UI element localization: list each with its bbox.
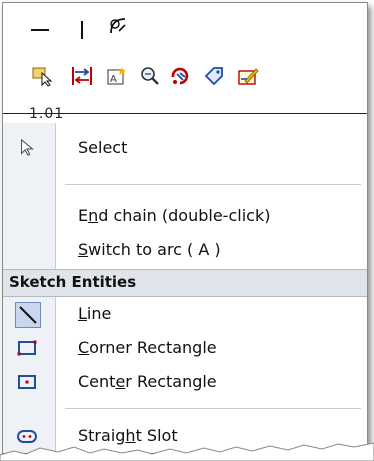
label-part: orner Rectangle (89, 338, 217, 357)
menu-separator (65, 408, 361, 409)
label-part: witch to arc ( A ) (88, 240, 221, 259)
line-icon (15, 302, 41, 328)
dimension-value: 1.01 (29, 106, 65, 122)
menu-item-select-label: Select (78, 138, 128, 157)
menu-item-switch-to-arc-label: Switch to arc ( A ) (78, 240, 221, 259)
menu-item-corner-rectangle[interactable]: Corner Rectangle (3, 331, 367, 364)
arrow-cursor-icon (15, 136, 39, 160)
label-part: r Rectangle (125, 372, 217, 391)
vertical-line-icon[interactable] (71, 19, 93, 41)
label-part: Cent (78, 372, 116, 391)
menu-item-corner-rectangle-label: Corner Rectangle (78, 338, 217, 357)
menu-item-select[interactable]: Select (3, 131, 367, 164)
svg-text:A: A (110, 74, 117, 85)
label-part: E (78, 206, 89, 225)
tangent-arc-icon[interactable] (107, 15, 129, 37)
torn-edge (0, 442, 374, 461)
minimize-icon[interactable] (29, 19, 51, 41)
tag-icon[interactable] (203, 65, 225, 87)
menu-item-end-chain-label: End chain (double-click) (78, 206, 270, 225)
menu-item-line-label: Line (78, 304, 111, 323)
menu-item-end-chain[interactable]: End chain (double-click) (3, 199, 367, 232)
label-part: ine (86, 304, 112, 323)
corner-rectangle-icon (15, 336, 39, 360)
label-mnemonic: L (78, 304, 87, 323)
toolbar: A (3, 3, 367, 113)
menu-separator (65, 184, 361, 185)
menu-item-center-rectangle[interactable]: Center Rectangle (3, 365, 367, 398)
menu-item-center-rectangle-label: Center Rectangle (78, 372, 217, 391)
label-mnemonic: n (88, 206, 99, 225)
menu-item-line[interactable]: Line (3, 297, 367, 330)
select-tool-icon[interactable] (31, 65, 53, 87)
context-menu: A 1.01 Select End chain (double-click) S… (2, 2, 368, 454)
section-header-sketch-entities: Sketch Entities (3, 269, 367, 297)
zoom-icon[interactable] (139, 65, 161, 87)
label-mnemonic: e (115, 372, 126, 391)
rebuild-icon[interactable] (169, 65, 191, 87)
label-mnemonic: S (78, 240, 89, 259)
center-rectangle-icon (15, 370, 39, 394)
mirror-icon[interactable] (71, 65, 93, 87)
label-mnemonic: C (78, 338, 90, 357)
sketch-edit-icon[interactable] (237, 65, 259, 87)
menu-item-switch-to-arc[interactable]: Switch to arc ( A ) (3, 233, 367, 266)
smart-dimension-icon[interactable]: A (105, 65, 127, 87)
section-title: Sketch Entities (9, 273, 137, 291)
label-part: d chain (double-click) (98, 206, 271, 225)
menu-items: Select End chain (double-click) Switch t… (3, 123, 367, 453)
